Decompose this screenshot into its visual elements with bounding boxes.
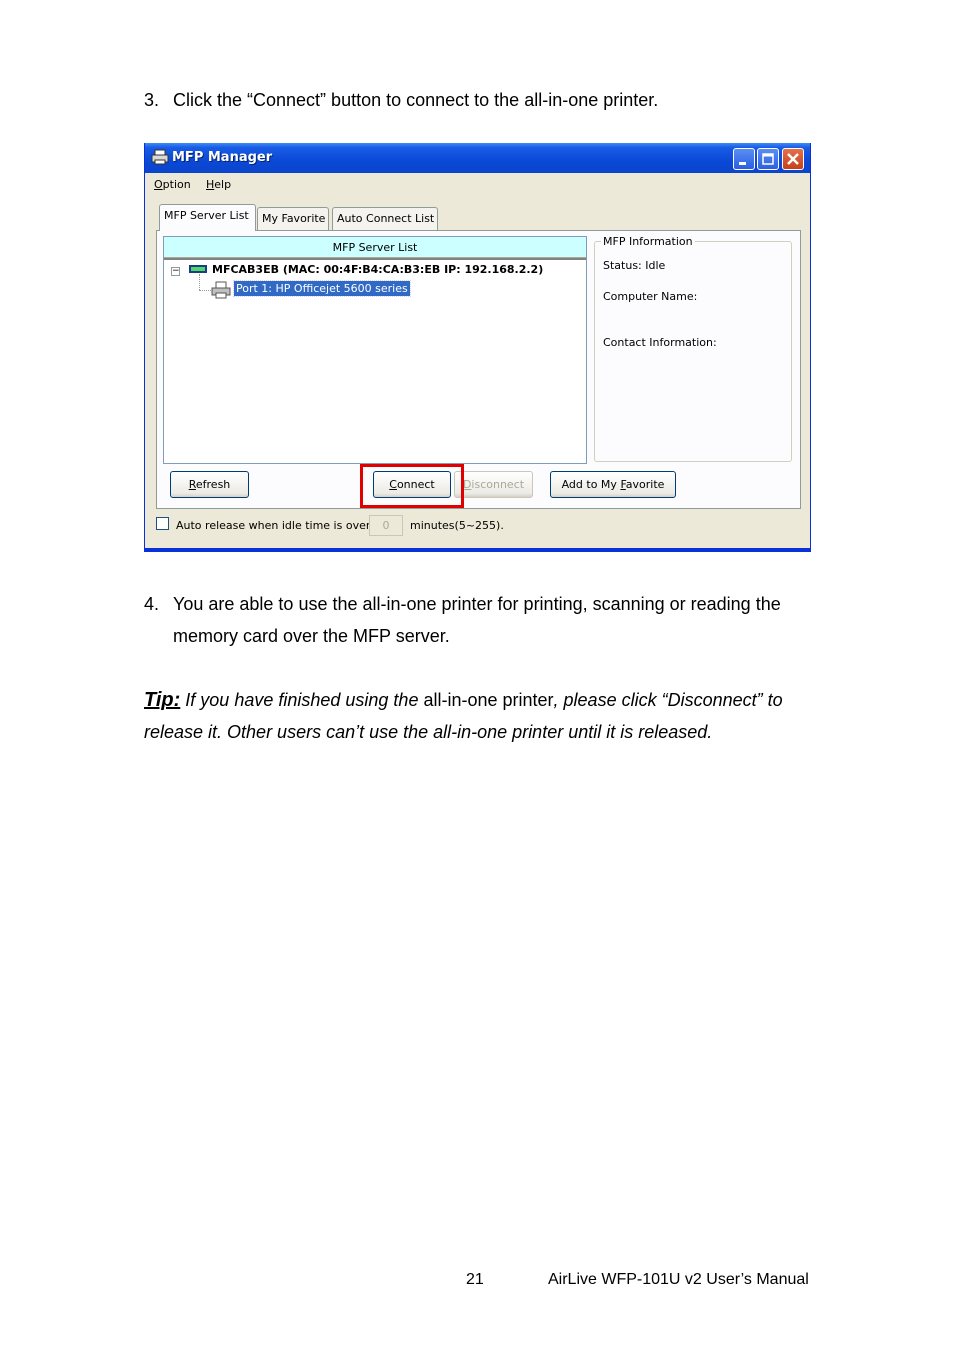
tip-text-2: all-in-one printer xyxy=(423,690,554,710)
menu-help[interactable]: Help xyxy=(206,178,231,191)
idle-minutes-input[interactable]: 0 xyxy=(369,515,403,536)
window-title: MFP Manager xyxy=(172,150,273,165)
add-to-favorite-button[interactable]: Add to My Favorite xyxy=(550,471,676,498)
tab-mfp-server-list[interactable]: MFP Server List xyxy=(159,204,256,231)
auto-release-label: Auto release when idle time is over xyxy=(176,519,371,532)
tip-paragraph: Tip: If you have finished using the all-… xyxy=(144,684,824,748)
server-tree: − MFCAB3EB (MAC: 00:4F:B4:CA:B3:EB IP: 1… xyxy=(164,258,586,463)
minimize-icon xyxy=(739,162,746,165)
tab-my-favorite[interactable]: My Favorite xyxy=(257,207,329,230)
step-4-text: You are able to use the all-in-one print… xyxy=(173,594,781,646)
mfp-information-group xyxy=(594,241,792,462)
disconnect-button[interactable]: Disconnect xyxy=(454,471,533,498)
close-icon xyxy=(787,153,799,165)
status-text: Status: Idle xyxy=(603,259,666,272)
step-4-number: 4. xyxy=(144,594,160,614)
manual-title: AirLive WFP-101U v2 User’s Manual xyxy=(548,1271,809,1288)
mfp-manager-window: MFP Manager Option Help MFP Server List … xyxy=(144,143,811,552)
menu-option[interactable]: Option xyxy=(154,178,191,191)
tip-label: Tip: xyxy=(144,689,181,711)
maximize-icon xyxy=(762,153,774,165)
page-number: 21 xyxy=(466,1271,484,1288)
step-3-number: 3. xyxy=(144,90,160,110)
computer-name-label: Computer Name: xyxy=(603,290,698,303)
tree-line xyxy=(199,274,200,290)
close-button[interactable] xyxy=(782,148,804,170)
auto-release-checkbox[interactable] xyxy=(156,517,169,530)
printer-app-icon xyxy=(151,149,169,165)
server-icon xyxy=(189,265,207,273)
refresh-button[interactable]: Refresh xyxy=(170,471,249,498)
step-3-text: Click the “Connect” button to connect to… xyxy=(173,90,659,110)
port-node[interactable]: Port 1: HP Officejet 5600 series xyxy=(233,280,411,297)
mfp-information-legend: MFP Information xyxy=(601,235,695,248)
server-node[interactable]: MFCAB3EB (MAC: 00:4F:B4:CA:B3:EB IP: 192… xyxy=(212,263,543,276)
mfp-server-list[interactable]: MFP Server List − MFCAB3EB (MAC: 00:4F:B… xyxy=(163,236,587,464)
minutes-range-label: minutes(5~255). xyxy=(410,519,504,532)
window-titlebar[interactable]: MFP Manager xyxy=(145,143,810,173)
tab-auto-connect-list[interactable]: Auto Connect List xyxy=(332,207,438,230)
tip-text-1: If you have finished using the xyxy=(180,690,424,710)
connect-highlight xyxy=(360,464,464,508)
printer-icon xyxy=(211,281,231,299)
maximize-button[interactable] xyxy=(757,148,779,170)
collapse-icon[interactable]: − xyxy=(171,267,180,276)
minimize-button[interactable] xyxy=(733,148,755,170)
contact-information-label: Contact Information: xyxy=(603,336,717,349)
list-header[interactable]: MFP Server List xyxy=(164,237,586,258)
